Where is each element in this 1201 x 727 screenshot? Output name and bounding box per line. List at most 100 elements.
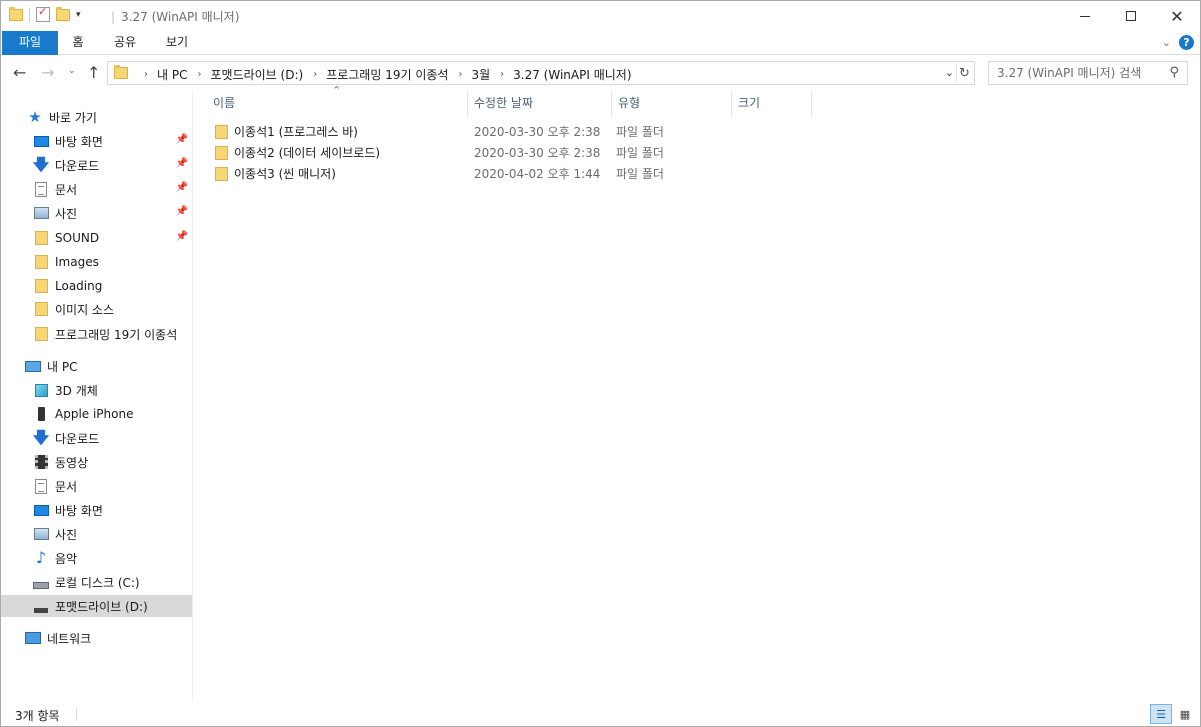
breadcrumb-item[interactable]: 3.27 (WinAPI 매니저) bbox=[513, 66, 631, 83]
pin-icon[interactable]: 📌 bbox=[176, 134, 188, 145]
sidebar-item-music[interactable]: ♪ 음악 bbox=[1, 547, 192, 569]
sidebar-item-pc-documents[interactable]: 문서 bbox=[1, 475, 192, 497]
file-name-cell: 이종석2 (데이터 세이브로드) bbox=[207, 144, 472, 161]
sidebar-item-pc-desktop[interactable]: 바탕 화면 bbox=[1, 499, 192, 521]
search-icon[interactable]: ⚲ bbox=[1169, 65, 1179, 80]
sidebar-item-network[interactable]: 네트워크 bbox=[1, 627, 192, 649]
desktop-glyph bbox=[33, 135, 49, 147]
column-header-name[interactable]: 이름 bbox=[197, 91, 468, 117]
tab-view[interactable]: 보기 bbox=[158, 31, 196, 55]
new-folder-icon[interactable] bbox=[56, 6, 70, 21]
expand-ribbon-chevron-icon[interactable]: ⌄ bbox=[1162, 36, 1171, 49]
up-arrow-icon[interactable]: ↑ bbox=[87, 63, 100, 82]
sidebar-item-this-pc[interactable]: 내 PC bbox=[1, 355, 192, 377]
details-view-icon[interactable]: ☰ bbox=[1150, 704, 1172, 724]
search-input[interactable] bbox=[997, 65, 1157, 81]
breadcrumb-item[interactable]: 포맷드라이브 (D:) bbox=[210, 66, 303, 83]
properties-icon[interactable] bbox=[36, 5, 50, 22]
file-row[interactable]: 이종석1 (프로그레스 바) 2020-03-30 오후 2:38 파일 폴더 bbox=[207, 121, 807, 142]
desktop-icon bbox=[33, 502, 49, 518]
pin-icon[interactable]: 📌 bbox=[176, 158, 188, 169]
folder-icon[interactable] bbox=[9, 6, 23, 21]
sidebar-item-downloads[interactable]: 🡇 다운로드 📌 bbox=[1, 154, 192, 176]
view-switcher: ☰ ▦ bbox=[1150, 704, 1196, 724]
sidebar-item-iphone[interactable]: Apple iPhone bbox=[1, 403, 192, 425]
column-header-size[interactable]: 크기 bbox=[732, 91, 812, 117]
breadcrumb-item[interactable]: 내 PC bbox=[157, 66, 187, 83]
file-name: 이종석3 (씬 매니저) bbox=[234, 167, 336, 181]
file-row[interactable]: 이종석2 (데이터 세이브로드) 2020-03-30 오후 2:38 파일 폴… bbox=[207, 142, 807, 163]
disk-icon bbox=[33, 574, 49, 590]
sidebar-item-label: 문서 bbox=[55, 479, 78, 494]
breadcrumb-chevron-icon[interactable]: › bbox=[144, 69, 148, 80]
sidebar-item-drive-d[interactable]: 포맷드라이브 (D:) bbox=[1, 595, 192, 617]
sidebar-item-label: 3D 개체 bbox=[55, 383, 98, 398]
breadcrumb-chevron-icon[interactable]: › bbox=[313, 69, 317, 80]
sidebar-item-images[interactable]: Images bbox=[1, 251, 192, 273]
recent-locations-chevron-icon[interactable]: ⌄ bbox=[68, 66, 76, 76]
file-type: 파일 폴더 bbox=[616, 125, 664, 139]
customize-toolbar-dropdown-icon[interactable]: ▾ bbox=[76, 10, 81, 20]
sidebar-item-label: 이미지 소스 bbox=[55, 302, 115, 317]
breadcrumb-item[interactable]: 3월 bbox=[471, 66, 490, 83]
sidebar-item-label: 문서 bbox=[55, 182, 78, 197]
tab-share[interactable]: 공유 bbox=[107, 31, 143, 55]
maximize-button[interactable] bbox=[1108, 1, 1154, 31]
folder-glyph bbox=[34, 302, 48, 316]
download-icon: 🡇 bbox=[33, 430, 49, 446]
video-glyph bbox=[34, 455, 48, 469]
pin-icon[interactable]: 📌 bbox=[176, 231, 188, 242]
large-icons-view-icon[interactable]: ▦ bbox=[1174, 704, 1196, 724]
document-glyph bbox=[35, 478, 47, 494]
sidebar-item-pictures[interactable]: 사진 📌 bbox=[1, 202, 192, 224]
sidebar-item-pc-pictures[interactable]: 사진 bbox=[1, 523, 192, 545]
forward-arrow-icon[interactable]: → bbox=[41, 63, 54, 82]
network-glyph bbox=[25, 632, 41, 644]
close-button[interactable]: ✕ bbox=[1154, 1, 1200, 31]
back-arrow-icon[interactable]: ← bbox=[13, 63, 26, 82]
pin-icon[interactable]: 📌 bbox=[176, 206, 188, 217]
document-glyph bbox=[35, 181, 47, 197]
navigation-pane: ★ 바로 가기 바탕 화면 📌 🡇 다운로드 📌 문서 📌 사진 📌 SOUND… bbox=[1, 91, 193, 701]
quick-access-toolbar: ▾ bbox=[9, 5, 81, 22]
refresh-icon[interactable]: ↻ bbox=[956, 65, 972, 82]
sidebar-item-documents[interactable]: 문서 📌 bbox=[1, 178, 192, 200]
sidebar-item-programming[interactable]: 프로그래밍 19기 이종석 bbox=[1, 323, 192, 345]
window-controls: ✕ bbox=[1062, 1, 1200, 31]
star-icon: ★ bbox=[27, 109, 43, 125]
phone-icon bbox=[33, 406, 49, 422]
sidebar-item-local-disk[interactable]: 로컬 디스크 (C:) bbox=[1, 571, 192, 593]
search-box[interactable]: ⚲ bbox=[988, 61, 1188, 85]
pc-icon bbox=[25, 358, 41, 374]
tab-home[interactable]: 홈 bbox=[63, 31, 93, 55]
help-icon[interactable]: ? bbox=[1179, 35, 1194, 50]
breadcrumb-chevron-icon[interactable]: › bbox=[458, 69, 462, 80]
pin-icon[interactable]: 📌 bbox=[176, 182, 188, 193]
sidebar-item-desktop[interactable]: 바탕 화면 📌 bbox=[1, 130, 192, 152]
column-header-type[interactable]: 유형 bbox=[612, 91, 732, 117]
file-row[interactable]: 이종석3 (씬 매니저) 2020-04-02 오후 1:44 파일 폴더 bbox=[207, 163, 807, 184]
navigation-bar: ← → ⌄ ↑ › 내 PC › 포맷드라이브 (D:) › 프로그래밍 19기… bbox=[1, 56, 1200, 90]
sidebar-item-label: 네트워크 bbox=[47, 631, 92, 646]
column-header-date[interactable]: 수정한 날짜 bbox=[468, 91, 612, 117]
sidebar-item-image-source[interactable]: 이미지 소스 bbox=[1, 298, 192, 320]
sidebar-item-3d-objects[interactable]: 3D 개체 bbox=[1, 379, 192, 401]
minimize-icon bbox=[1080, 15, 1090, 17]
sidebar-item-sound[interactable]: SOUND 📌 bbox=[1, 227, 192, 249]
tab-file[interactable]: 파일 bbox=[2, 31, 58, 55]
breadcrumb-chevron-icon[interactable]: › bbox=[500, 69, 504, 80]
sidebar-item-pc-downloads[interactable]: 🡇 다운로드 bbox=[1, 427, 192, 449]
window-title: | 3.27 (WinAPI 매니저) bbox=[111, 8, 239, 25]
address-history-chevron-icon[interactable]: ⌄ bbox=[945, 66, 954, 79]
breadcrumb-chevron-icon[interactable]: › bbox=[197, 69, 201, 80]
sidebar-item-label: 사진 bbox=[55, 206, 78, 221]
sidebar-item-videos[interactable]: 동영상 bbox=[1, 451, 192, 473]
item-count: 3개 항목 bbox=[15, 709, 60, 723]
folder-icon bbox=[33, 230, 49, 246]
address-bar[interactable]: › 내 PC › 포맷드라이브 (D:) › 프로그래밍 19기 이종석 › 3… bbox=[107, 61, 975, 85]
breadcrumb-item[interactable]: 프로그래밍 19기 이종석 bbox=[326, 66, 448, 83]
sidebar-item-loading[interactable]: Loading bbox=[1, 275, 192, 297]
title-bar: ▾ | 3.27 (WinAPI 매니저) ✕ bbox=[1, 1, 1200, 31]
minimize-button[interactable] bbox=[1062, 1, 1108, 31]
sidebar-item-quick-access[interactable]: ★ 바로 가기 bbox=[1, 106, 192, 128]
